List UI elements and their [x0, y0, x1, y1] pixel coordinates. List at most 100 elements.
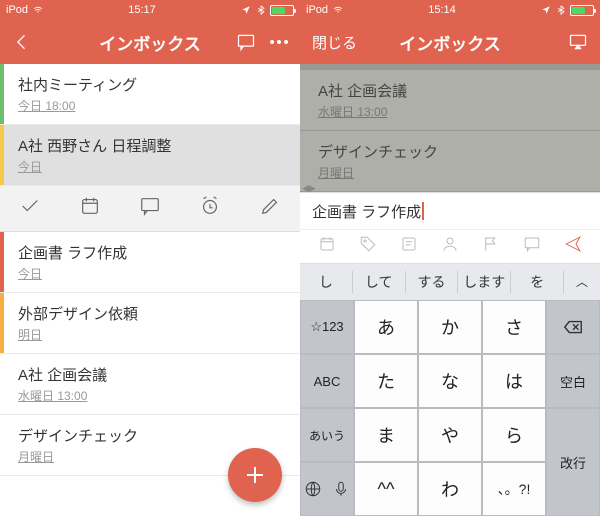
- task-due: 水曜日 13:00: [318, 103, 586, 120]
- nav-title: インボックス: [99, 30, 201, 55]
- clock: 15:17: [128, 4, 156, 16]
- key-globe-mic[interactable]: [300, 462, 354, 516]
- airplay-icon[interactable]: [568, 32, 588, 52]
- task-due: 今日: [18, 265, 286, 282]
- task-input[interactable]: ◀▶ 企画書 ラフ作成: [300, 192, 600, 230]
- task-due: 今日 18:00: [18, 97, 286, 114]
- task-item[interactable]: 外部デザイン依頼明日: [0, 293, 300, 354]
- task-item: デザインチェック月曜日: [300, 131, 600, 192]
- task-title: A社 企画会議: [18, 364, 286, 385]
- back-icon[interactable]: [12, 32, 32, 52]
- task-item[interactable]: 企画書 ラフ作成今日: [0, 232, 300, 293]
- priority-accent: [0, 293, 4, 353]
- device-label: iPod: [306, 4, 328, 16]
- flag-icon[interactable]: [482, 235, 500, 258]
- task-list: 社内ミーティング今日 18:00A社 西野さん 日程調整今日 企画書 ラフ作成今…: [0, 64, 300, 516]
- globe-icon: [304, 480, 322, 498]
- battery-icon: [570, 5, 594, 16]
- key[interactable]: た: [354, 354, 418, 408]
- clock: 15:14: [428, 4, 456, 16]
- task-title: デザインチェック: [18, 425, 286, 446]
- input-text: 企画書 ラフ作成: [312, 201, 421, 222]
- key-backspace[interactable]: [546, 300, 600, 354]
- task-title: 外部デザイン依頼: [18, 303, 286, 324]
- nav-title: インボックス: [399, 30, 501, 55]
- chat-icon[interactable]: [139, 195, 161, 222]
- bluetooth-icon: [555, 5, 567, 15]
- suggestion[interactable]: します: [458, 271, 511, 293]
- nav-bar: インボックス: [0, 20, 300, 64]
- wifi-icon: [32, 5, 44, 15]
- person-icon[interactable]: [441, 235, 459, 258]
- bluetooth-icon: [255, 5, 267, 15]
- expand-icon[interactable]: ︿: [564, 271, 600, 293]
- drag-handle-icon: ◀▶: [302, 183, 316, 194]
- tag-icon[interactable]: [359, 235, 377, 258]
- battery-icon: [270, 5, 294, 16]
- suggestion[interactable]: して: [353, 271, 406, 293]
- key[interactable]: ま: [354, 408, 418, 462]
- suggestion-bar: し して する します を ︿: [300, 264, 600, 300]
- more-icon[interactable]: [270, 40, 288, 44]
- key[interactable]: ^^: [354, 462, 418, 516]
- key[interactable]: や: [418, 408, 482, 462]
- suggestion[interactable]: する: [406, 271, 459, 293]
- keyboard: し して する します を ︿ ☆123 あ か さ ABC た な は 空白 …: [300, 264, 600, 516]
- key-abc[interactable]: ABC: [300, 354, 354, 408]
- chat-icon[interactable]: [523, 235, 541, 258]
- compose-area: A社 企画会議水曜日 13:00デザインチェック月曜日 ◀▶ 企画書 ラフ作成 …: [300, 64, 600, 516]
- device-label: iPod: [6, 4, 28, 16]
- mic-icon: [332, 480, 350, 498]
- add-button[interactable]: [228, 448, 282, 502]
- close-button[interactable]: 閉じる: [312, 32, 357, 53]
- alarm-icon[interactable]: [199, 195, 221, 222]
- key-space[interactable]: 空白: [546, 354, 600, 408]
- location-icon: [240, 5, 252, 15]
- nav-bar: 閉じる インボックス: [300, 20, 600, 64]
- task-item[interactable]: A社 西野さん 日程調整今日: [0, 125, 300, 186]
- task-due: 水曜日 13:00: [18, 387, 286, 404]
- wifi-icon: [332, 5, 344, 15]
- phone-left: iPod 15:17 インボックス 社内ミーティング今日 18:00A社 西野さ…: [0, 0, 300, 516]
- key[interactable]: わ: [418, 462, 482, 516]
- priority-accent: [0, 232, 4, 292]
- priority-accent: [0, 64, 4, 124]
- task-title: 企画書 ラフ作成: [18, 242, 286, 263]
- task-item: A社 企画会議水曜日 13:00: [300, 70, 600, 131]
- calendar-icon[interactable]: [318, 235, 336, 258]
- note-icon[interactable]: [400, 235, 418, 258]
- calendar-icon[interactable]: [79, 195, 101, 222]
- suggestion[interactable]: を: [511, 271, 564, 293]
- input-toolbar: [300, 230, 600, 264]
- key[interactable]: か: [418, 300, 482, 354]
- key[interactable]: ら: [482, 408, 546, 462]
- send-icon[interactable]: [564, 235, 582, 258]
- key-aiu[interactable]: あいう: [300, 408, 354, 462]
- task-title: デザインチェック: [318, 141, 586, 162]
- status-bar: iPod 15:17: [0, 0, 300, 20]
- swipe-action-bar: [0, 186, 300, 232]
- suggestion[interactable]: し: [300, 271, 353, 293]
- task-title: 社内ミーティング: [18, 74, 286, 95]
- task-due: 今日: [18, 158, 286, 175]
- location-icon: [540, 5, 552, 15]
- key[interactable]: 、。?!: [482, 462, 546, 516]
- chat-icon[interactable]: [236, 32, 256, 52]
- key-enter[interactable]: 改行: [546, 408, 600, 516]
- key-num[interactable]: ☆123: [300, 300, 354, 354]
- task-due: 明日: [18, 326, 286, 343]
- key[interactable]: あ: [354, 300, 418, 354]
- task-due: 月曜日: [318, 164, 586, 181]
- task-item[interactable]: 社内ミーティング今日 18:00: [0, 64, 300, 125]
- phone-right: iPod 15:14 閉じる インボックス A社 企画会議水曜日 13:00デザ…: [300, 0, 600, 516]
- check-icon[interactable]: [19, 195, 41, 222]
- key[interactable]: さ: [482, 300, 546, 354]
- priority-accent: [0, 125, 4, 185]
- status-bar: iPod 15:14: [300, 0, 600, 20]
- task-title: A社 西野さん 日程調整: [18, 135, 286, 156]
- task-title: A社 企画会議: [318, 80, 586, 101]
- key[interactable]: は: [482, 354, 546, 408]
- edit-icon[interactable]: [259, 195, 281, 222]
- task-item[interactable]: A社 企画会議水曜日 13:00: [0, 354, 300, 415]
- key[interactable]: な: [418, 354, 482, 408]
